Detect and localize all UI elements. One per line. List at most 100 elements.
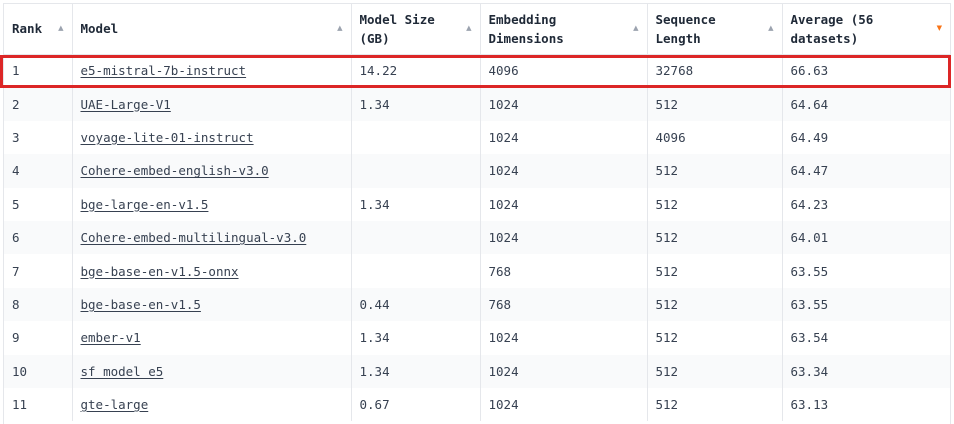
sort-up-icon[interactable]: ▲ — [337, 19, 342, 38]
embedding-dimensions-cell: 1024 — [480, 321, 648, 355]
rank-cell: 5 — [4, 187, 73, 221]
sequence-length-cell: 512 — [647, 287, 783, 322]
embedding-dimensions-cell: 1024 — [480, 187, 648, 221]
model-link[interactable]: Cohere-embed-multilingual-v3.0 — [81, 230, 307, 245]
sort-down-icon[interactable]: ▼ — [937, 19, 942, 38]
column-header-sequence-length[interactable]: Sequence Length ▲ — [647, 4, 783, 55]
model-cell: bge-base-en-v1.5 — [72, 287, 352, 322]
sequence-length-cell: 512 — [647, 354, 783, 388]
model-size-cell: 0.67 — [351, 387, 481, 422]
model-cell: UAE-Large-V1 — [72, 87, 352, 121]
column-header-label: Model Size — [359, 11, 435, 27]
embedding-dimensions-cell: 1024 — [480, 387, 648, 422]
average-score-cell: 64.23 — [782, 187, 950, 221]
sort-up-icon[interactable]: ▲ — [633, 19, 638, 38]
average-score-cell: 64.01 — [782, 220, 950, 255]
model-link[interactable]: sf_model_e5 — [81, 364, 164, 379]
embedding-dimensions-cell: 4096 — [480, 54, 648, 88]
table-row: 3 voyage-lite-01-instruct 1024 4096 64.49 — [4, 120, 950, 155]
model-size-cell: 1.34 — [351, 187, 481, 221]
model-link[interactable]: bge-base-en-v1.5 — [81, 297, 201, 312]
embedding-dimensions-cell: 1024 — [480, 354, 648, 388]
rank-cell: 2 — [4, 87, 73, 121]
sort-up-icon[interactable]: ▲ — [58, 19, 63, 38]
rank-cell: 7 — [4, 254, 73, 288]
sort-up-icon[interactable]: ▲ — [466, 19, 471, 38]
rank-cell: 6 — [4, 220, 73, 255]
table-row: 7 bge-base-en-v1.5-onnx 768 512 63.55 — [4, 254, 950, 288]
average-score-cell: 66.63 — [782, 54, 950, 88]
rank-cell: 10 — [4, 354, 73, 388]
sort-up-icon[interactable]: ▲ — [768, 19, 773, 38]
average-score-cell: 63.54 — [782, 321, 950, 355]
average-score-cell: 64.64 — [782, 87, 950, 121]
model-cell: bge-large-en-v1.5 — [72, 187, 352, 221]
model-link[interactable]: bge-base-en-v1.5-onnx — [81, 264, 239, 279]
header-row: Rank ▲ Model ▲ Model Size (GB) ▲ Embeddi… — [4, 4, 950, 55]
model-link[interactable]: gte-large — [81, 397, 149, 412]
model-link[interactable]: UAE-Large-V1 — [81, 97, 171, 112]
rank-cell: 8 — [4, 287, 73, 322]
table-row: 2 UAE-Large-V1 1.34 1024 512 64.64 — [4, 87, 950, 121]
average-score-cell: 63.13 — [782, 387, 950, 422]
column-header-average[interactable]: Average (56 datasets) ▼ — [782, 4, 950, 55]
leaderboard-table: Rank ▲ Model ▲ Model Size (GB) ▲ Embeddi… — [4, 4, 950, 422]
rank-cell: 4 — [4, 154, 73, 188]
model-size-cell: 14.22 — [351, 54, 481, 88]
table-body: 1 e5-mistral-7b-instruct 14.22 4096 32768 66.… — [4, 54, 950, 422]
model-cell: gte-large — [72, 387, 352, 422]
table-row: 4 Cohere-embed-english-v3.0 1024 512 64.47 — [4, 154, 950, 188]
column-header-label: datasets) — [790, 30, 859, 46]
embedding-dimensions-cell: 1024 — [480, 154, 648, 188]
average-score-cell: 63.55 — [782, 254, 950, 288]
table-row: 6 Cohere-embed-multilingual-v3.0 1024 512 64… — [4, 220, 950, 255]
sequence-length-cell: 512 — [647, 321, 783, 355]
column-header-rank[interactable]: Rank ▲ — [4, 4, 73, 55]
table-row: 5 bge-large-en-v1.5 1.34 1024 512 64.23 — [4, 187, 950, 221]
model-link[interactable]: ember-v1 — [81, 330, 141, 345]
model-link[interactable]: voyage-lite-01-instruct — [81, 130, 254, 145]
embedding-dimensions-cell: 1024 — [480, 220, 648, 255]
table-row: 8 bge-base-en-v1.5 0.44 768 512 63.55 — [4, 287, 950, 322]
model-cell: bge-base-en-v1.5-onnx — [72, 254, 352, 288]
embedding-dimensions-cell: 1024 — [480, 120, 648, 155]
model-cell: Cohere-embed-english-v3.0 — [72, 154, 352, 188]
average-score-cell: 64.47 — [782, 154, 950, 188]
sequence-length-cell: 512 — [647, 187, 783, 221]
rank-cell: 9 — [4, 321, 73, 355]
column-header-embedding-dimensions[interactable]: Embedding Dimensions ▲ — [480, 4, 648, 55]
model-size-cell: 0.44 — [351, 287, 481, 322]
model-size-cell — [351, 220, 481, 255]
embedding-dimensions-cell: 768 — [480, 287, 648, 322]
sequence-length-cell: 512 — [647, 220, 783, 255]
column-header-model-size[interactable]: Model Size (GB) ▲ — [351, 4, 481, 55]
model-size-cell — [351, 154, 481, 188]
sequence-length-cell: 4096 — [647, 120, 783, 155]
table-row: 10 sf_model_e5 1.34 1024 512 63.34 — [4, 354, 950, 388]
column-header-model[interactable]: Model ▲ — [72, 4, 352, 55]
model-size-cell: 1.34 — [351, 354, 481, 388]
model-link[interactable]: e5-mistral-7b-instruct — [81, 63, 247, 78]
embedding-dimensions-cell: 768 — [480, 254, 648, 288]
model-size-cell — [351, 120, 481, 155]
model-link[interactable]: Cohere-embed-english-v3.0 — [81, 163, 269, 178]
sequence-length-cell: 32768 — [647, 54, 783, 88]
sequence-length-cell: 512 — [647, 387, 783, 422]
embedding-dimensions-cell: 1024 — [480, 87, 648, 121]
column-header-label: (GB) — [359, 30, 390, 46]
model-link[interactable]: bge-large-en-v1.5 — [81, 197, 209, 212]
rank-cell: 1 — [4, 54, 73, 88]
model-cell: voyage-lite-01-instruct — [72, 120, 352, 155]
table-row: 9 ember-v1 1.34 1024 512 63.54 — [4, 321, 950, 355]
column-header-label: Rank — [12, 21, 43, 37]
model-cell: e5-mistral-7b-instruct — [72, 54, 352, 88]
column-header-label: Dimensions — [488, 30, 564, 46]
table-row: 11 gte-large 0.67 1024 512 63.13 — [4, 387, 950, 422]
model-cell: ember-v1 — [72, 321, 352, 355]
model-size-cell — [351, 254, 481, 288]
average-score-cell: 64.49 — [782, 120, 950, 155]
model-cell: Cohere-embed-multilingual-v3.0 — [72, 220, 352, 255]
sequence-length-cell: 512 — [647, 254, 783, 288]
sequence-length-cell: 512 — [647, 87, 783, 121]
column-header-label: Embedding — [488, 11, 557, 27]
